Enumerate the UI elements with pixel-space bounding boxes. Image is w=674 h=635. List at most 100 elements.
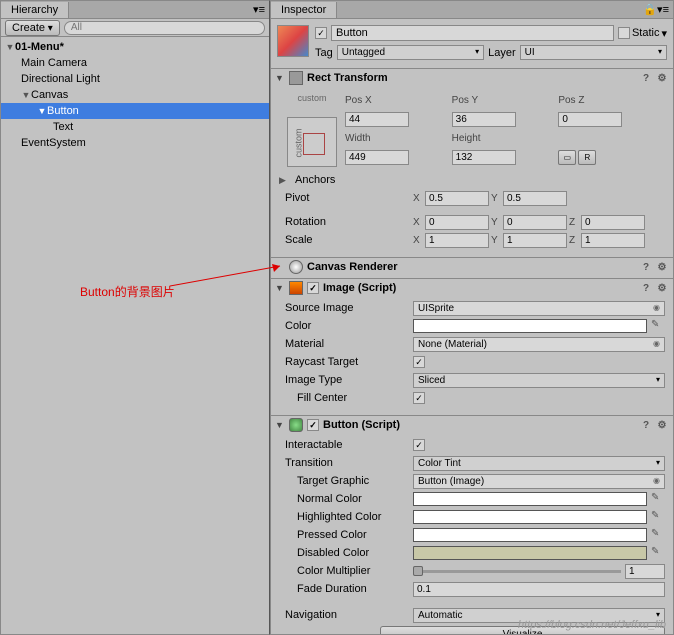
- tag-dropdown[interactable]: Untagged: [337, 45, 484, 60]
- create-button[interactable]: Create ▾: [5, 20, 60, 36]
- hierarchy-panel: Hierarchy ▾≡ Create ▾ ▼01-Menu* Main Cam…: [0, 0, 270, 635]
- static-checkbox[interactable]: Static ▾: [618, 27, 667, 40]
- raycast-label: Raycast Target: [279, 356, 409, 368]
- pressed-color-field[interactable]: [413, 528, 647, 542]
- posx-label: Pos X: [345, 95, 444, 106]
- tree-row-selected[interactable]: ▼Button: [1, 103, 269, 119]
- help-icon[interactable]: ?: [639, 281, 653, 295]
- fill-center-label: Fill Center: [279, 392, 409, 404]
- component-title: Button (Script): [323, 419, 400, 431]
- inspector-tab-bar: Inspector 🔒▾≡: [271, 1, 673, 19]
- height-field[interactable]: [452, 150, 516, 165]
- image-icon: [289, 281, 303, 295]
- sc-z-field[interactable]: [581, 233, 645, 248]
- name-field[interactable]: [331, 25, 614, 41]
- lock-icon[interactable]: 🔒▾≡: [643, 3, 669, 16]
- foldout-icon[interactable]: ▼: [275, 73, 285, 83]
- help-icon[interactable]: ?: [639, 418, 653, 432]
- foldout-icon[interactable]: ▼: [5, 42, 15, 52]
- target-graphic-label: Target Graphic: [279, 475, 409, 487]
- hierarchy-search-input[interactable]: [64, 21, 265, 35]
- pivot-x-field[interactable]: [425, 191, 489, 206]
- rot-y-field[interactable]: [503, 215, 567, 230]
- posz-field[interactable]: [558, 112, 622, 127]
- sc-y-field[interactable]: [503, 233, 567, 248]
- color-multiplier-label: Color Multiplier: [279, 565, 409, 577]
- width-field[interactable]: [345, 150, 409, 165]
- material-label: Material: [279, 338, 409, 350]
- rect-transform-component: ▼ Rect Transform ?⚙ custom custom Pos X …: [271, 68, 673, 255]
- tree-row[interactable]: Text: [1, 119, 269, 135]
- foldout-icon[interactable]: ▼: [275, 283, 285, 293]
- pivot-label: Pivot: [279, 192, 409, 204]
- inspector-tab[interactable]: Inspector: [271, 2, 337, 18]
- gear-icon[interactable]: ⚙: [655, 260, 669, 274]
- height-label: Height: [452, 133, 551, 144]
- anchor-preset-button[interactable]: custom: [287, 117, 337, 167]
- gameobject-icon[interactable]: [277, 25, 309, 57]
- image-type-dropdown[interactable]: Sliced: [413, 373, 665, 388]
- normal-color-label: Normal Color: [279, 493, 409, 505]
- hierarchy-toolbar: Create ▾: [1, 19, 269, 37]
- normal-color-field[interactable]: [413, 492, 647, 506]
- fill-center-checkbox[interactable]: ✓: [413, 392, 425, 404]
- color-label: Color: [279, 320, 409, 332]
- source-image-field[interactable]: UISprite: [413, 301, 665, 316]
- foldout-icon[interactable]: ▶: [279, 175, 291, 186]
- anchor-preset-label: custom: [287, 93, 337, 103]
- transition-dropdown[interactable]: Color Tint: [413, 456, 665, 471]
- panel-menu-icon[interactable]: ▾≡: [253, 3, 265, 16]
- scale-label: Scale: [279, 234, 409, 246]
- tree-row[interactable]: EventSystem: [1, 135, 269, 151]
- canvas-renderer-icon: [289, 260, 303, 274]
- layer-dropdown[interactable]: UI: [520, 45, 667, 60]
- canvas-renderer-component: ▼ Canvas Renderer ?⚙: [271, 257, 673, 276]
- active-checkbox[interactable]: ✓: [315, 27, 327, 39]
- material-field[interactable]: None (Material): [413, 337, 665, 352]
- help-icon[interactable]: ?: [639, 260, 653, 274]
- foldout-icon[interactable]: ▼: [275, 420, 285, 430]
- blueprint-button[interactable]: ▭: [558, 150, 576, 165]
- enable-checkbox[interactable]: ✓: [307, 282, 319, 294]
- color-multiplier-field[interactable]: [625, 564, 665, 579]
- inspector-panel: Inspector 🔒▾≡ ✓ Static ▾ Tag Untagged La…: [270, 0, 674, 635]
- foldout-icon[interactable]: ▼: [37, 106, 47, 116]
- sc-x-field[interactable]: [425, 233, 489, 248]
- hierarchy-tab[interactable]: Hierarchy: [1, 2, 69, 18]
- eyedropper-icon[interactable]: ✎: [651, 510, 665, 524]
- highlighted-color-field[interactable]: [413, 510, 647, 524]
- eyedropper-icon[interactable]: ✎: [651, 319, 665, 333]
- eyedropper-icon[interactable]: ✎: [651, 546, 665, 560]
- target-graphic-field[interactable]: Button (Image): [413, 474, 665, 489]
- posy-label: Pos Y: [452, 95, 551, 106]
- source-image-label: Source Image: [279, 302, 409, 314]
- raw-edit-button[interactable]: R: [578, 150, 596, 165]
- scene-row[interactable]: ▼01-Menu*: [1, 39, 269, 55]
- raycast-checkbox[interactable]: ✓: [413, 356, 425, 368]
- interactable-checkbox[interactable]: ✓: [413, 439, 425, 451]
- eyedropper-icon[interactable]: ✎: [651, 492, 665, 506]
- anchors-label: Anchors: [295, 174, 335, 186]
- foldout-icon[interactable]: ▼: [21, 90, 31, 100]
- color-field[interactable]: [413, 319, 647, 333]
- fade-duration-field[interactable]: [413, 582, 665, 597]
- rot-z-field[interactable]: [581, 215, 645, 230]
- eyedropper-icon[interactable]: ✎: [651, 528, 665, 542]
- image-component: ▼ ✓ Image (Script) ?⚙ Source ImageUISpri…: [271, 278, 673, 413]
- layer-label: Layer: [488, 47, 516, 59]
- gear-icon[interactable]: ⚙: [655, 71, 669, 85]
- interactable-label: Interactable: [279, 439, 409, 451]
- tree-row[interactable]: ▼Canvas: [1, 87, 269, 103]
- help-icon[interactable]: ?: [639, 71, 653, 85]
- rot-x-field[interactable]: [425, 215, 489, 230]
- pivot-y-field[interactable]: [503, 191, 567, 206]
- posx-field[interactable]: [345, 112, 409, 127]
- tree-row[interactable]: Main Camera: [1, 55, 269, 71]
- posy-field[interactable]: [452, 112, 516, 127]
- tree-row[interactable]: Directional Light: [1, 71, 269, 87]
- disabled-color-field[interactable]: [413, 546, 647, 560]
- gear-icon[interactable]: ⚙: [655, 418, 669, 432]
- color-multiplier-slider[interactable]: [413, 570, 621, 573]
- enable-checkbox[interactable]: ✓: [307, 419, 319, 431]
- gear-icon[interactable]: ⚙: [655, 281, 669, 295]
